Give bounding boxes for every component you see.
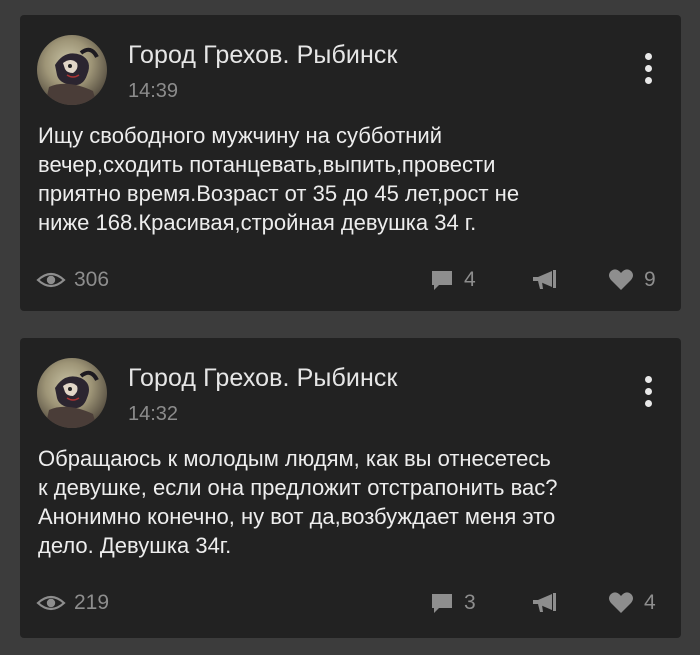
eye-icon: [36, 593, 66, 613]
eye-icon: [36, 270, 66, 290]
repost-button[interactable]: [530, 265, 560, 295]
feed: Город Грехов. Рыбинск 14:39 Ищу свободно…: [0, 0, 700, 655]
post-time: 14:39: [128, 80, 179, 102]
megaphone-icon: [530, 268, 560, 292]
comment-icon: [430, 591, 454, 615]
post-stats: 219 3 4: [20, 588, 681, 618]
heart-icon: [608, 268, 634, 292]
heart-icon: [608, 591, 634, 615]
comments-count: 4: [464, 268, 476, 291]
comment-icon: [430, 268, 454, 292]
post-card: Город Грехов. Рыбинск 14:32 Обращаюсь к …: [20, 338, 681, 638]
more-vertical-icon[interactable]: [641, 53, 655, 91]
comments-count: 3: [464, 591, 476, 614]
author-name[interactable]: Город Грехов. Рыбинск: [128, 41, 398, 70]
avatar[interactable]: [37, 358, 107, 428]
views-counter: 306: [36, 265, 109, 295]
post-text: Обращаюсь к молодым людям, как вы отнесе…: [38, 446, 558, 558]
views-count: 219: [74, 591, 110, 614]
likes-button[interactable]: 4: [608, 588, 656, 618]
post-stats: 306 4 9: [20, 265, 681, 295]
avatar[interactable]: [37, 35, 107, 105]
likes-count: 4: [644, 591, 656, 614]
likes-button[interactable]: 9: [608, 265, 656, 295]
megaphone-icon: [530, 591, 560, 615]
comments-button[interactable]: 3: [430, 588, 476, 618]
comments-button[interactable]: 4: [430, 265, 476, 295]
author-name[interactable]: Город Грехов. Рыбинск: [128, 364, 398, 393]
post-time: 14:32: [128, 403, 179, 425]
more-vertical-icon[interactable]: [641, 376, 655, 414]
post-text: Ищу свободного мужчину на субботний вече…: [38, 123, 520, 235]
views-counter: 219: [36, 588, 109, 618]
views-count: 306: [74, 268, 110, 291]
likes-count: 9: [644, 268, 656, 291]
post-card: Город Грехов. Рыбинск 14:39 Ищу свободно…: [20, 15, 681, 311]
repost-button[interactable]: [530, 588, 560, 618]
